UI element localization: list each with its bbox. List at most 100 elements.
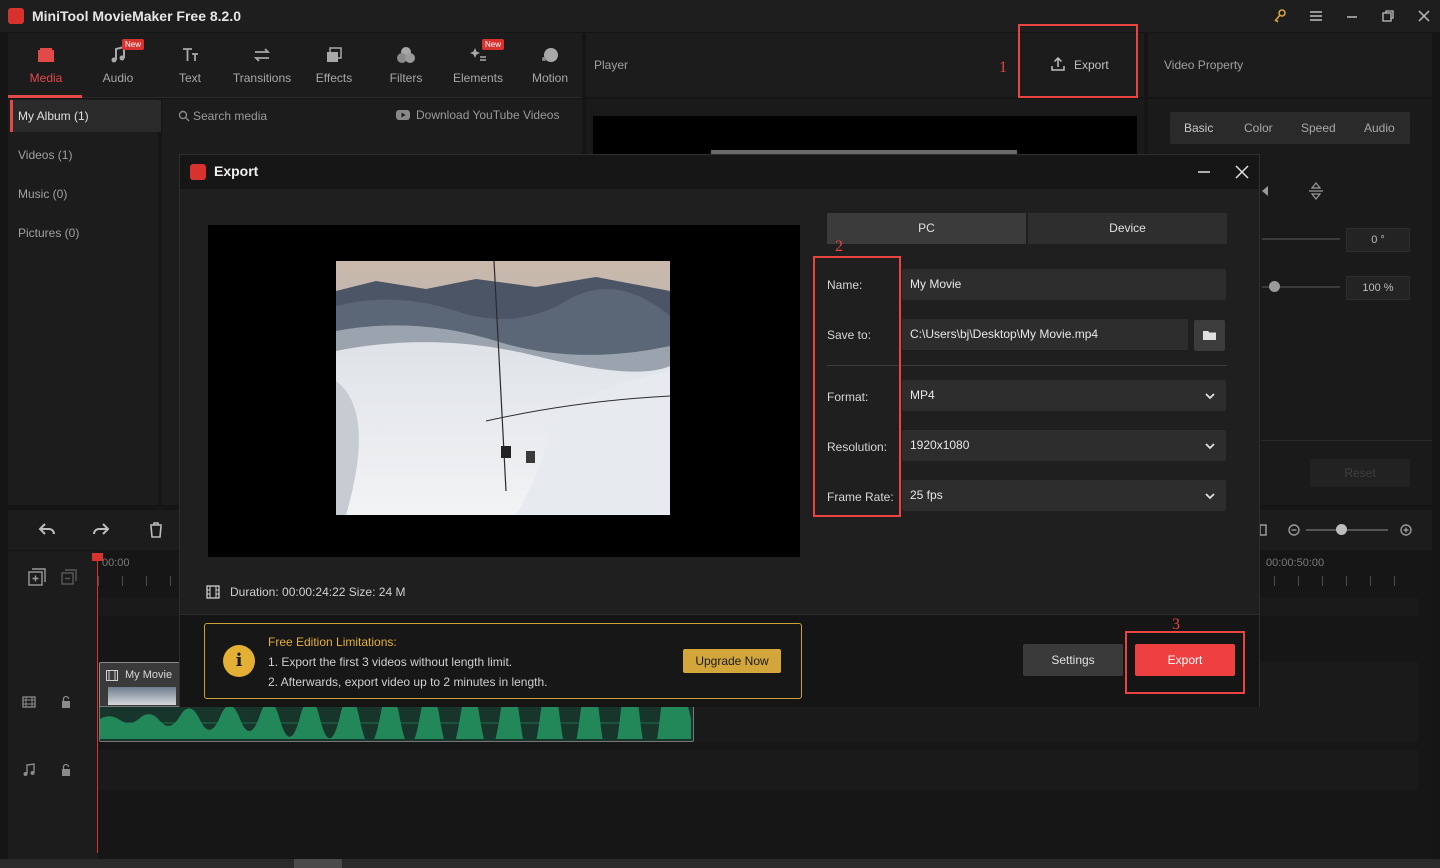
- scale-slider-thumb[interactable]: [1269, 281, 1280, 292]
- close-icon[interactable]: [1416, 8, 1434, 24]
- timeline-audio-waveform[interactable]: [99, 706, 694, 742]
- sidebar-item-videos[interactable]: Videos (1): [18, 148, 72, 162]
- flip-horizontal-icon[interactable]: [1260, 184, 1272, 198]
- timeline-video-clip[interactable]: My Movie: [99, 662, 183, 710]
- timeline-end-time: 00:00:50:00: [1266, 557, 1325, 569]
- tab-elements[interactable]: New Elements: [442, 33, 514, 97]
- format-select[interactable]: MP4: [902, 380, 1226, 411]
- sidebar-item-pictures[interactable]: Pictures (0): [18, 226, 79, 240]
- tab-label: Filters: [389, 71, 423, 85]
- playhead[interactable]: [97, 553, 98, 853]
- add-track-icon[interactable]: [28, 568, 46, 586]
- key-icon[interactable]: [1272, 8, 1290, 24]
- active-tab-indicator: [8, 95, 82, 98]
- film-strip-icon: [206, 585, 220, 599]
- video-track-icon: [22, 696, 36, 708]
- tab-text[interactable]: Text: [154, 33, 226, 97]
- playhead-handle[interactable]: [92, 553, 103, 561]
- tab-transitions[interactable]: Transitions: [226, 33, 298, 97]
- tab-speed[interactable]: Speed: [1301, 121, 1336, 135]
- player-title: Player: [594, 58, 629, 72]
- motion-icon: [540, 45, 560, 65]
- tab-device[interactable]: Device: [1028, 213, 1227, 244]
- rotation-slider[interactable]: [1262, 238, 1340, 240]
- property-divider: [1262, 440, 1432, 441]
- text-icon: [180, 45, 200, 65]
- upgrade-now-button[interactable]: Upgrade Now: [683, 649, 781, 673]
- close-icon[interactable]: [1234, 164, 1250, 180]
- zoom-slider[interactable]: [1306, 529, 1388, 531]
- tab-audio[interactable]: Audio: [1364, 121, 1395, 135]
- name-input[interactable]: My Movie: [902, 269, 1226, 300]
- audio-track-icon: [22, 763, 36, 777]
- export-preview: [208, 225, 800, 557]
- scrollbar-thumb[interactable]: [294, 859, 342, 868]
- minimize-icon[interactable]: [1344, 8, 1362, 24]
- flip-vertical-icon[interactable]: [1308, 182, 1324, 200]
- export-target-tabs: PC Device: [827, 213, 1227, 244]
- annotation-number-3: 3: [1172, 616, 1180, 633]
- lock-icon[interactable]: [60, 695, 72, 709]
- tab-audio[interactable]: New Audio: [82, 33, 154, 97]
- resolution-select[interactable]: 1920x1080: [902, 430, 1226, 461]
- tab-motion[interactable]: Motion: [514, 33, 586, 97]
- undo-icon[interactable]: [38, 522, 56, 538]
- effects-icon: [324, 45, 344, 65]
- search-icon: [178, 110, 190, 122]
- zoom-in-icon[interactable]: [1400, 524, 1412, 536]
- tab-label: Text: [178, 71, 201, 85]
- transitions-icon: [252, 45, 272, 65]
- tab-filters[interactable]: Filters: [370, 33, 442, 97]
- media-icon: [36, 45, 56, 65]
- annotation-box-2: [813, 256, 901, 517]
- tab-basic[interactable]: Basic: [1184, 121, 1213, 135]
- browse-folder-button[interactable]: [1194, 320, 1225, 351]
- chevron-down-icon: [1204, 390, 1216, 402]
- tab-pc[interactable]: PC: [827, 213, 1026, 244]
- save-path-input[interactable]: C:\Users\bj\Desktop\My Movie.mp4: [902, 319, 1188, 350]
- tab-label: Audio: [102, 71, 134, 85]
- redo-icon[interactable]: [92, 522, 110, 538]
- player-screen: [593, 116, 1137, 156]
- property-title: Video Property: [1164, 58, 1244, 72]
- rotation-value[interactable]: 0 °: [1346, 228, 1410, 252]
- scale-value[interactable]: 100 %: [1346, 276, 1410, 300]
- frame-rate-select[interactable]: 25 fps: [902, 480, 1226, 511]
- video-thumbnail: [336, 261, 670, 515]
- export-dialog: Export Duration: 00:00:24:22 Size: 24 M …: [180, 155, 1259, 707]
- remove-track-icon[interactable]: [61, 569, 77, 585]
- notice-title: Free Edition Limitations:: [268, 635, 397, 649]
- download-youtube-button[interactable]: Download YouTube Videos: [416, 108, 559, 122]
- annotation-box-3: [1125, 631, 1245, 694]
- frame-rate-value: 25 fps: [910, 488, 943, 502]
- lock-icon[interactable]: [60, 763, 72, 777]
- restore-icon[interactable]: [1380, 8, 1398, 24]
- tab-color[interactable]: Color: [1244, 121, 1273, 135]
- tab-media[interactable]: Media: [10, 33, 82, 97]
- youtube-icon: [396, 109, 410, 121]
- reset-button[interactable]: Reset: [1310, 459, 1410, 487]
- timeline-start-time: 00:00: [102, 557, 130, 569]
- media-toolbar: Media New Audio Text Transitions Effects…: [8, 33, 582, 98]
- tab-label: Motion: [531, 71, 569, 85]
- minimize-icon[interactable]: [1196, 164, 1212, 180]
- tab-effects[interactable]: Effects: [298, 33, 370, 97]
- delete-icon[interactable]: [148, 522, 164, 538]
- search-input[interactable]: Search media: [193, 109, 267, 123]
- bottom-scrollbar[interactable]: [0, 859, 1440, 868]
- tab-label: Effects: [315, 71, 353, 85]
- sidebar-item-music[interactable]: Music (0): [18, 187, 67, 201]
- film-icon: [106, 670, 118, 681]
- zoom-slider-thumb[interactable]: [1336, 524, 1347, 535]
- menu-icon[interactable]: [1308, 8, 1326, 24]
- tab-label: Media: [29, 71, 63, 85]
- sidebar-item-my-album[interactable]: My Album (1): [18, 109, 89, 123]
- fit-timeline-icon[interactable]: [1258, 523, 1268, 537]
- notice-line-2: 2. Afterwards, export video up to 2 minu…: [268, 675, 548, 689]
- app-logo-icon: [190, 164, 206, 180]
- settings-button[interactable]: Settings: [1023, 644, 1123, 676]
- app-logo-icon: [8, 8, 24, 24]
- property-tabs: Basic Color Speed Audio: [1170, 112, 1410, 144]
- zoom-out-icon[interactable]: [1288, 524, 1300, 536]
- notice-line-1: 1. Export the first 3 videos without len…: [268, 655, 513, 669]
